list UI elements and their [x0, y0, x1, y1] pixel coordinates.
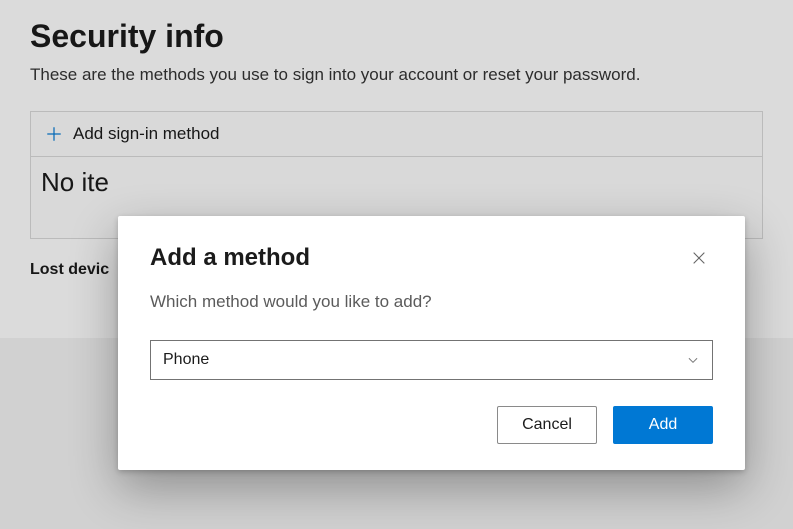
chevron-down-icon [686, 353, 700, 367]
close-button[interactable] [685, 244, 713, 272]
method-select-value: Phone [163, 351, 209, 369]
cancel-button[interactable]: Cancel [497, 406, 597, 444]
page-title: Security info [30, 18, 763, 55]
dialog-header: Add a method [150, 244, 713, 272]
add-method-dialog: Add a method Which method would you like… [118, 216, 745, 470]
dialog-prompt: Which method would you like to add? [150, 292, 713, 312]
dialog-actions: Cancel Add [150, 406, 713, 444]
page-subtitle: These are the methods you use to sign in… [30, 65, 763, 85]
add-sign-in-method-button[interactable]: Add sign-in method [31, 112, 762, 157]
add-sign-in-method-label: Add sign-in method [73, 124, 219, 144]
dialog-title: Add a method [150, 244, 310, 272]
add-button[interactable]: Add [613, 406, 713, 444]
plus-icon [45, 125, 63, 143]
method-select[interactable]: Phone [150, 340, 713, 380]
close-icon [691, 250, 707, 266]
